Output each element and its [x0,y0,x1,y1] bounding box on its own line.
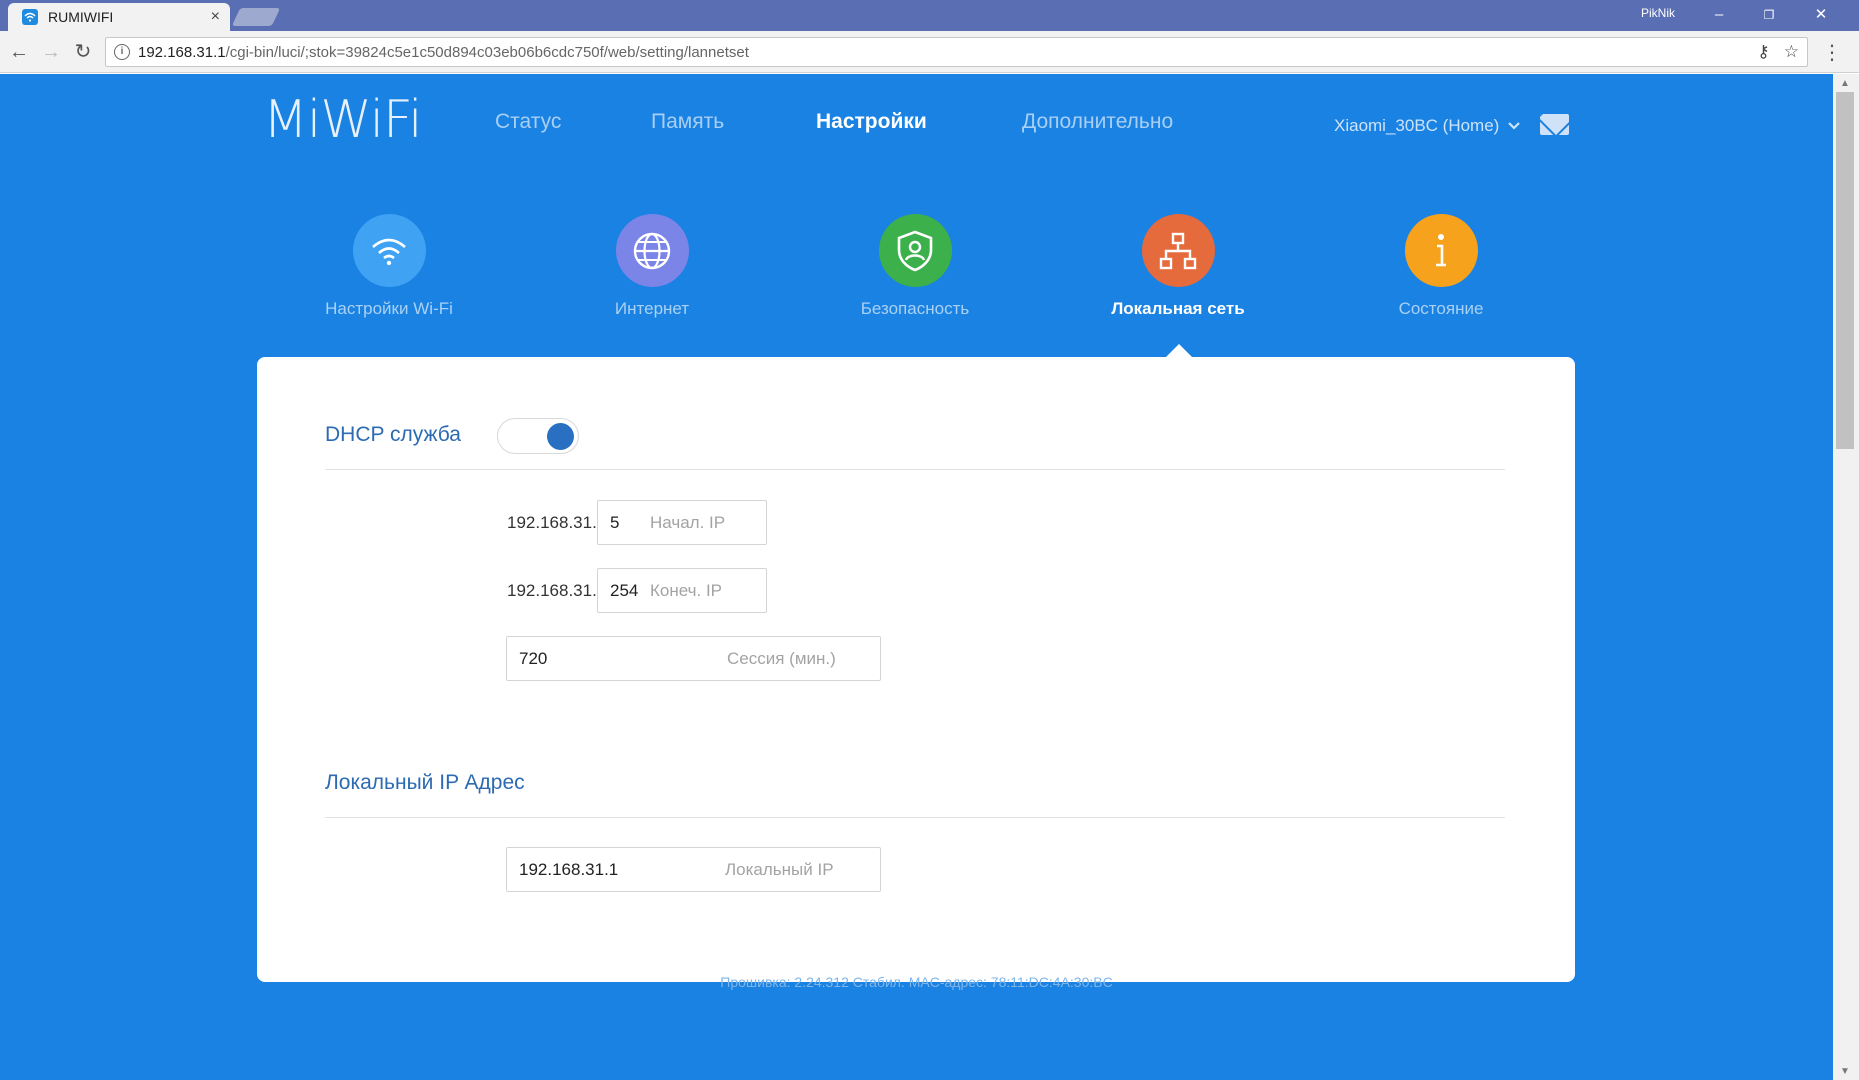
browser-titlebar: RUMIWIFI × PikNik – ❐ ✕ [0,0,1859,31]
new-tab-button[interactable] [231,8,281,26]
start-ip-placeholder: Начал. IP [650,512,726,532]
lease-time-value: 720 [519,648,548,668]
category-label: Интернет [614,299,690,318]
site-info-icon[interactable]: i [114,44,130,60]
lease-time-placeholder: Сессия (мин.) [727,648,836,668]
category-security[interactable]: Безопасность [815,214,1015,319]
close-window-button[interactable]: ✕ [1801,3,1841,27]
end-ip-placeholder: Конеч. IP [650,580,723,600]
start-ip-prefix: 192.168.31. [507,513,597,532]
nav-storage[interactable]: Память [651,110,724,134]
key-icon[interactable]: ⚷ [1757,42,1769,62]
browser-tab[interactable]: RUMIWIFI × [8,3,230,31]
dhcp-section-title: DHCP служба [325,423,461,446]
toggle-knob [547,423,574,450]
lan-settings-panel: DHCP служба 192.168.31. 5 Начал. IP 192.… [257,357,1575,982]
device-selector[interactable]: Xiaomi_30BC (Home) [1334,116,1521,136]
forward-arrow-icon[interactable]: → [39,40,63,64]
network-icon [1141,214,1215,287]
active-tab-pointer [1166,344,1192,357]
scrollbar-thumb[interactable] [1836,92,1854,449]
browser-toolbar: ← → ↻ i 192.168.31.1/cgi-bin/luci/;stok=… [0,31,1859,73]
category-status[interactable]: Состояние [1341,214,1541,319]
category-label: Настройки Wi-Fi [325,299,453,318]
shield-icon [878,214,952,287]
nav-status[interactable]: Статус [495,110,561,134]
window-user-label: PikNik [1641,6,1676,20]
category-local-network[interactable]: Локальная сеть [1078,214,1278,319]
wifi-icon [352,214,426,287]
tab-title: RUMIWIFI [48,9,114,25]
scroll-down-icon[interactable]: ▼ [1840,1066,1850,1077]
category-label: Состояние [1398,299,1484,318]
miwifi-logo[interactable]: MiWiFi [263,90,423,150]
mail-icon[interactable] [1540,114,1569,135]
chevron-down-icon [1508,122,1521,130]
lan-ip-section-title: Локальный IP Адрес [325,771,525,794]
category-label: Безопасность [860,299,970,318]
device-name: Xiaomi_30BC (Home) [1334,116,1500,135]
reload-icon[interactable]: ↻ [71,40,95,64]
lease-time-field[interactable]: 720 Сессия (мин.) [506,636,881,681]
dhcp-toggle[interactable] [497,418,579,454]
category-internet[interactable]: Интернет [552,214,752,319]
scroll-up-icon[interactable]: ▲ [1840,78,1850,89]
category-label: Локальная сеть [1111,299,1245,318]
browser-menu-icon[interactable]: ⋮ [1822,40,1842,65]
end-ip-field[interactable]: 254 Конеч. IP [597,568,767,613]
restore-button[interactable]: ❐ [1749,3,1789,27]
address-bar[interactable]: i 192.168.31.1/cgi-bin/luci/;stok=39824c… [105,37,1808,67]
start-ip-field[interactable]: 5 Начал. IP [597,500,767,545]
wifi-favicon-icon [22,9,38,25]
globe-icon [615,214,689,287]
nav-advanced[interactable]: Дополнительно [1022,110,1173,134]
section-divider [325,817,1505,818]
lan-ip-value: 192.168.31.1 [519,859,619,879]
start-ip-value: 5 [610,512,620,532]
section-divider [325,469,1505,470]
category-wifi-settings[interactable]: Настройки Wi-Fi [289,214,489,319]
router-page: MiWiFi Статус Память Настройки Дополните… [0,74,1833,1080]
lan-ip-field[interactable]: 192.168.31.1 Локальный IP [506,847,881,892]
minimize-button[interactable]: – [1699,3,1739,27]
back-arrow-icon[interactable]: ← [7,40,31,64]
info-icon [1404,214,1478,287]
bookmark-star-icon[interactable]: ☆ [1784,42,1799,62]
tab-close-icon[interactable]: × [211,8,220,26]
url-text[interactable]: 192.168.31.1/cgi-bin/luci/;stok=39824c5e… [138,44,749,61]
lan-ip-placeholder: Локальный IP [725,859,834,879]
end-ip-prefix: 192.168.31. [507,581,597,600]
footer-info: Прошивка: 2.24.312 Стабил. MAC-адрес: 78… [720,974,1113,990]
end-ip-value: 254 [610,580,639,600]
nav-settings[interactable]: Настройки [816,110,927,134]
